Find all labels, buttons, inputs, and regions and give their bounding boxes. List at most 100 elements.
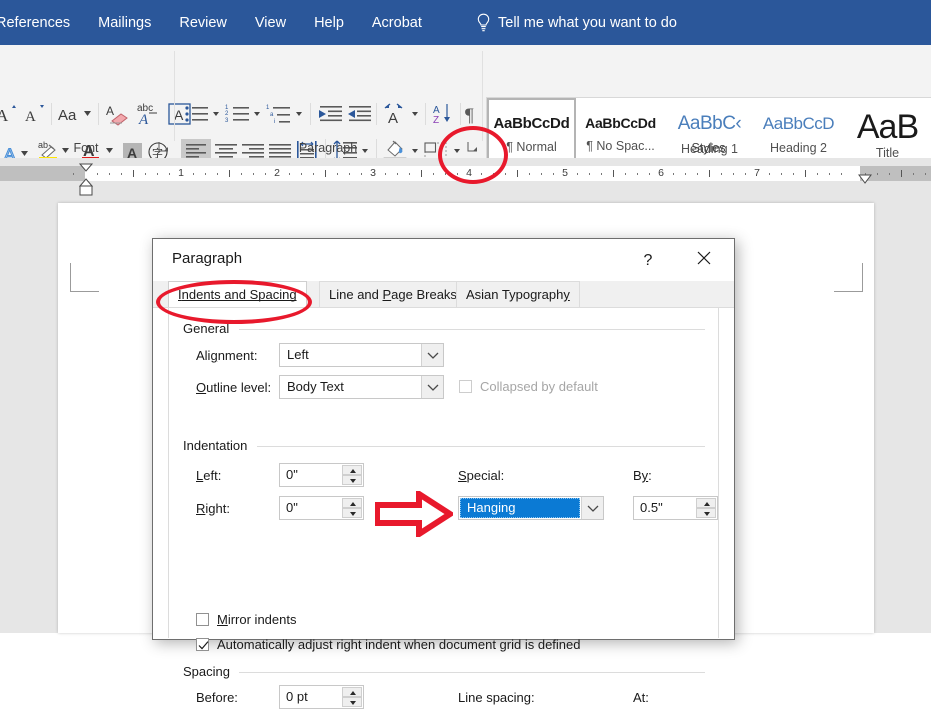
before-spin-down[interactable] — [342, 697, 362, 707]
left-indent-spin-buttons[interactable] — [342, 465, 362, 485]
phonetic-guide-icon[interactable]: A — [383, 102, 409, 130]
ruler-tick — [505, 173, 507, 175]
left-indent-spin-down[interactable] — [342, 475, 362, 485]
outline-level-combo[interactable]: Body Text — [279, 375, 444, 399]
paragraph-launcher-highlight-ellipse — [438, 126, 508, 184]
decrease-indent-icon[interactable] — [318, 103, 344, 130]
ruler-tick — [397, 173, 399, 175]
ribbon-tab-mailings[interactable]: Mailings — [84, 0, 165, 45]
right-indent-spin-down[interactable] — [342, 508, 362, 518]
ruler-tick — [145, 173, 147, 175]
ruler-tick — [385, 173, 387, 175]
ruler-tick — [217, 173, 219, 175]
help-button[interactable]: ? — [633, 247, 663, 275]
text-effects-icon[interactable]: abc A — [135, 101, 161, 132]
outline-level-label: Outline level: — [196, 380, 271, 395]
ruler-tick — [781, 173, 783, 175]
by-spinner[interactable]: 0.5" — [633, 496, 718, 520]
ruler-tick — [205, 173, 207, 175]
style-sample-no-spacing: AaBbCcDd — [585, 116, 656, 130]
by-spin-up[interactable] — [696, 498, 716, 508]
ruler-tick — [193, 173, 195, 175]
alignment-dropdown-chevron[interactable] — [421, 344, 443, 366]
svg-text:A: A — [388, 110, 398, 125]
multilevel-list-icon[interactable]: 1 a i — [266, 103, 292, 130]
ruler-tick — [241, 173, 243, 175]
ruler-tick — [697, 173, 699, 175]
ruler-tick — [613, 170, 614, 177]
close-icon[interactable] — [687, 247, 721, 275]
indents-and-spacing-tab-highlight-ellipse — [156, 280, 312, 324]
ruler-tick — [553, 173, 555, 175]
multilevel-dropdown-caret[interactable] — [296, 112, 302, 116]
left-indent-spinner[interactable]: 0" — [279, 463, 364, 487]
page-corner-mark-top-left — [70, 263, 99, 292]
mirror-indents-checkbox[interactable] — [196, 613, 209, 626]
left-indent-marker[interactable] — [79, 183, 93, 201]
numbering-dropdown-caret[interactable] — [254, 112, 260, 116]
ruler-tick — [577, 173, 579, 175]
ribbon-tab-references[interactable]: References — [0, 0, 84, 45]
before-spinner[interactable]: 0 pt — [279, 685, 364, 709]
clear-formatting-icon[interactable]: A — [106, 102, 132, 131]
by-spin-buttons[interactable] — [696, 498, 716, 518]
font-group-label: Font — [0, 141, 172, 155]
ribbon-tab-view[interactable]: View — [241, 0, 300, 45]
change-case-icon[interactable]: Aa — [58, 104, 94, 129]
ruler-tick — [529, 173, 531, 175]
outline-level-dropdown-chevron[interactable] — [421, 376, 443, 398]
outline-level-value: Body Text — [287, 379, 344, 394]
grow-font-icon[interactable]: A — [0, 103, 20, 130]
ribbon-tab-acrobat[interactable]: Acrobat — [358, 0, 436, 45]
alignment-combo[interactable]: Left — [279, 343, 444, 367]
ruler-tick — [337, 173, 339, 175]
numbering-icon[interactable]: 1 2 3 — [225, 103, 251, 130]
sort-icon[interactable]: A Z — [432, 102, 458, 131]
left-indent-label: Left: — [196, 468, 221, 483]
auto-adjust-checkbox[interactable] — [196, 638, 209, 651]
ruler-tick — [133, 170, 134, 177]
by-spin-down[interactable] — [696, 508, 716, 518]
svg-text:A: A — [138, 112, 149, 127]
spacing-group: Spacing — [183, 664, 705, 676]
ruler-tick — [265, 173, 267, 175]
bullets-icon[interactable] — [184, 103, 210, 130]
ruler-tick — [157, 173, 159, 175]
before-spin-buttons[interactable] — [342, 687, 362, 707]
before-spin-up[interactable] — [342, 687, 362, 697]
general-group: General — [183, 321, 705, 333]
checkmark-icon — [197, 639, 210, 652]
tab-asian-typography[interactable]: Asian Typography — [456, 281, 580, 307]
special-combo[interactable]: Hanging — [458, 496, 604, 520]
shrink-font-icon[interactable]: A — [22, 103, 48, 130]
page-corner-mark-top-right — [834, 263, 863, 292]
right-indent-spinner[interactable]: 0" — [279, 496, 364, 520]
left-indent-spin-up[interactable] — [342, 465, 362, 475]
ruler-tick — [541, 173, 543, 175]
bullets-dropdown-caret[interactable] — [213, 112, 219, 116]
paragraph-group-label: Paragraph — [176, 141, 480, 155]
special-dropdown-chevron[interactable] — [581, 497, 603, 519]
tell-me-search[interactable]: Tell me what you want to do — [476, 0, 677, 45]
left-indent-value: 0" — [286, 467, 298, 482]
ruler-tick — [73, 173, 75, 175]
ribbon-tab-review[interactable]: Review — [165, 0, 241, 45]
svg-text:1: 1 — [266, 105, 270, 111]
alignment-label: Alignment: — [196, 348, 257, 363]
tab-line-and-page-breaks[interactable]: Line and Page Breaks — [319, 281, 467, 307]
ruler-tick — [913, 173, 915, 175]
right-indent-marker[interactable] — [858, 171, 872, 189]
spacing-group-label: Spacing — [183, 664, 236, 679]
ruler-number: 1 — [175, 167, 187, 179]
ruler-tick — [361, 173, 363, 175]
ruler-tick — [841, 173, 843, 175]
right-indent-spin-buttons[interactable] — [342, 498, 362, 518]
ruler-tick — [745, 173, 747, 175]
ribbon-tab-help[interactable]: Help — [300, 0, 358, 45]
right-indent-spin-up[interactable] — [342, 498, 362, 508]
collapsed-by-default-checkbox[interactable] — [459, 380, 472, 393]
increase-indent-icon[interactable] — [347, 103, 373, 130]
style-sample-title: AaB — [857, 110, 918, 144]
phonetic-dropdown-caret[interactable] — [412, 112, 418, 116]
before-label: Before: — [196, 690, 238, 705]
